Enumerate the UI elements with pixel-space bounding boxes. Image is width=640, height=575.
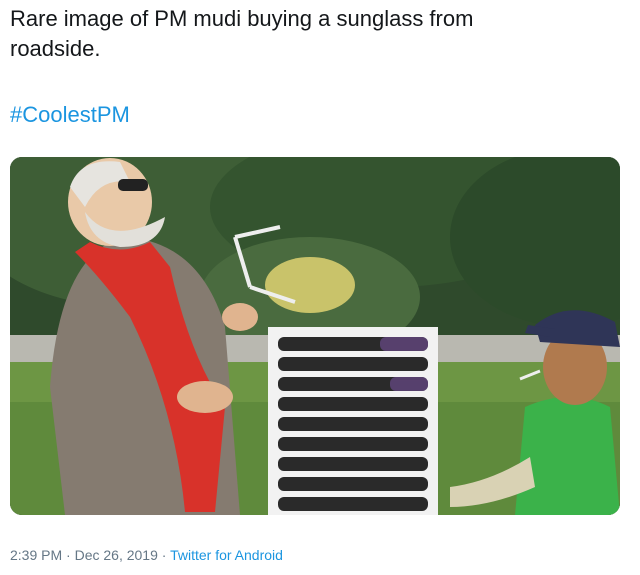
tweet-time: 2:39 PM — [10, 547, 63, 563]
tweet-meta: 2:39 PM · Dec 26, 2019 · Twitter for And… — [10, 545, 283, 565]
meta-separator: · — [62, 547, 75, 563]
photo-sunglass-stand — [268, 327, 438, 515]
photo-shrub — [265, 257, 355, 313]
tweet-text-line-1: Rare image of PM mudi buying a sunglass … — [10, 6, 474, 31]
tweet-photo[interactable] — [10, 157, 620, 515]
tweet-text-line-2: roadside. — [10, 36, 101, 61]
tweet-source-link[interactable]: Twitter for Android — [170, 547, 283, 563]
tweet-text: Rare image of PM mudi buying a sunglass … — [10, 4, 610, 64]
meta-separator: · — [157, 547, 171, 563]
photo-illustration — [10, 157, 620, 515]
hashtag-link[interactable]: #CoolestPM — [10, 100, 130, 130]
tweet-date[interactable]: Dec 26, 2019 — [75, 547, 158, 563]
